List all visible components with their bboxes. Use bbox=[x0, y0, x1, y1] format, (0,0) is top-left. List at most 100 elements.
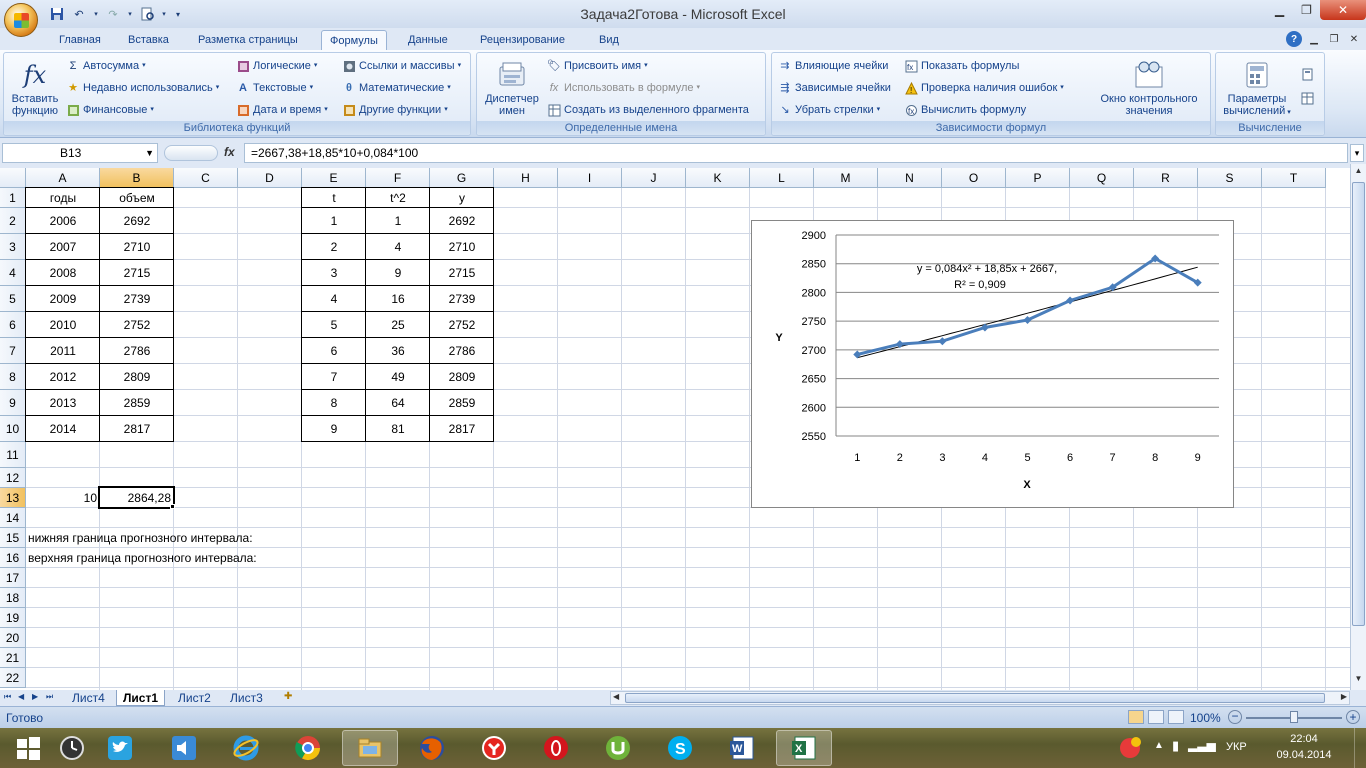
datetime-button[interactable]: Дата и время ▾ bbox=[236, 101, 328, 119]
tray-app-icon[interactable] bbox=[1116, 734, 1144, 762]
name-box[interactable]: B13 ▼ bbox=[2, 143, 158, 163]
create-from-selection-button[interactable]: Создать из выделенного фрагмента bbox=[547, 101, 749, 119]
cell-b10[interactable]: 2817 bbox=[100, 416, 174, 442]
cell-b1[interactable]: объем bbox=[100, 188, 174, 208]
power-icon[interactable]: ▮ bbox=[1172, 738, 1179, 754]
cell-g8[interactable]: 2809 bbox=[430, 364, 494, 390]
taskbar-app-chrome[interactable] bbox=[280, 730, 336, 766]
taskbar-app-twitter[interactable] bbox=[92, 730, 148, 766]
hscroll-thumb[interactable] bbox=[625, 693, 1325, 703]
column-header-s[interactable]: S bbox=[1198, 168, 1262, 188]
zoom-level[interactable]: 100% bbox=[1190, 711, 1221, 725]
column-header-k[interactable]: K bbox=[686, 168, 750, 188]
page-break-view-icon[interactable] bbox=[1168, 710, 1184, 724]
scroll-thumb[interactable] bbox=[1352, 182, 1365, 626]
cell-g3[interactable]: 2710 bbox=[430, 234, 494, 260]
cell-a16[interactable]: верхняя граница прогнозного интервала: bbox=[26, 548, 257, 568]
column-header-a[interactable]: A bbox=[26, 168, 100, 188]
next-sheet-icon[interactable]: ▶ bbox=[32, 692, 38, 701]
formula-bar-splitter[interactable] bbox=[164, 145, 218, 161]
cell-f9[interactable]: 64 bbox=[366, 390, 430, 416]
cell-a10[interactable]: 2014 bbox=[26, 416, 100, 442]
column-header-j[interactable]: J bbox=[622, 168, 686, 188]
row-header-2[interactable]: 2 bbox=[0, 208, 26, 234]
row-header-19[interactable]: 19 bbox=[0, 608, 26, 628]
row-header-6[interactable]: 6 bbox=[0, 312, 26, 338]
tab-page-layout[interactable]: Разметка страницы bbox=[194, 30, 302, 50]
financial-button[interactable]: Финансовые ▾ bbox=[66, 101, 154, 119]
cell-f5[interactable]: 16 bbox=[366, 286, 430, 312]
column-header-h[interactable]: H bbox=[494, 168, 558, 188]
cell-a4[interactable]: 2008 bbox=[26, 260, 100, 286]
taskbar-app-firefox[interactable] bbox=[404, 730, 460, 766]
row-header-22[interactable]: 22 bbox=[0, 668, 26, 688]
taskbar-app-explorer[interactable] bbox=[342, 730, 398, 766]
insert-sheet-icon[interactable]: ✚ bbox=[284, 691, 300, 705]
cell-b5[interactable]: 2739 bbox=[100, 286, 174, 312]
error-checking-button[interactable]: ! Проверка наличия ошибок ▾ bbox=[904, 79, 1064, 97]
expand-formula-bar-icon[interactable]: ▾ bbox=[1350, 144, 1364, 162]
cell-g9[interactable]: 2859 bbox=[430, 390, 494, 416]
column-header-r[interactable]: R bbox=[1134, 168, 1198, 188]
cell-e4[interactable]: 3 bbox=[302, 260, 366, 286]
workbook-restore-icon[interactable]: ❐ bbox=[1326, 31, 1342, 47]
use-in-formula-button[interactable]: fx Использовать в формуле ▾ bbox=[547, 79, 700, 97]
row-header-20[interactable]: 20 bbox=[0, 628, 26, 648]
chart[interactable]: 2550 2600 2650 2700 2750 2800 2850 2900 1 2 3 4 5 6 7 8… bbox=[751, 220, 1234, 508]
row-header-8[interactable]: 8 bbox=[0, 364, 26, 390]
cell-a7[interactable]: 2011 bbox=[26, 338, 100, 364]
more-functions-button[interactable]: Другие функции ▾ bbox=[342, 101, 448, 119]
remove-arrows-button[interactable]: ↘ Убрать стрелки ▾ bbox=[778, 101, 880, 119]
cell-e7[interactable]: 6 bbox=[302, 338, 366, 364]
column-header-d[interactable]: D bbox=[238, 168, 302, 188]
cell-e9[interactable]: 8 bbox=[302, 390, 366, 416]
row-header-9[interactable]: 9 bbox=[0, 390, 26, 416]
cell-g7[interactable]: 2786 bbox=[430, 338, 494, 364]
cell-a5[interactable]: 2009 bbox=[26, 286, 100, 312]
trace-dependents-button[interactable]: ⇶ Зависимые ячейки bbox=[778, 79, 891, 97]
math-trig-button[interactable]: θ Математические ▾ bbox=[342, 79, 451, 97]
cell-b7[interactable]: 2786 bbox=[100, 338, 174, 364]
column-header-m[interactable]: M bbox=[814, 168, 878, 188]
scroll-up-icon[interactable]: ▲ bbox=[1352, 166, 1365, 180]
scroll-down-icon[interactable]: ▼ bbox=[1352, 674, 1365, 688]
cell-b6[interactable]: 2752 bbox=[100, 312, 174, 338]
cell-a3[interactable]: 2007 bbox=[26, 234, 100, 260]
tab-view[interactable]: Вид bbox=[595, 30, 623, 50]
restore-icon[interactable]: ❐ bbox=[1293, 0, 1320, 20]
show-formulas-button[interactable]: fx Показать формулы bbox=[904, 57, 1019, 75]
tab-home[interactable]: Главная bbox=[55, 30, 105, 50]
taskbar-app-yandex[interactable] bbox=[466, 730, 522, 766]
taskbar-app-excel[interactable]: X bbox=[776, 730, 832, 766]
zoom-in-icon[interactable]: + bbox=[1346, 710, 1360, 724]
cell-a15[interactable]: нижняя граница прогнозного интервала: bbox=[26, 528, 253, 548]
row-header-11[interactable]: 11 bbox=[0, 442, 26, 468]
row-header-21[interactable]: 21 bbox=[0, 648, 26, 668]
first-sheet-icon[interactable]: ⏮ bbox=[4, 692, 11, 702]
lookup-reference-button[interactable]: Ссылки и массивы ▾ bbox=[342, 57, 461, 75]
page-layout-view-icon[interactable] bbox=[1148, 710, 1164, 724]
close-icon[interactable]: ✕ bbox=[1320, 0, 1366, 20]
sheet-tab-list4[interactable]: Лист4 bbox=[66, 690, 111, 706]
tab-data[interactable]: Данные bbox=[404, 30, 452, 50]
cell-b13[interactable]: 2864,28 bbox=[100, 488, 174, 508]
scroll-left-icon[interactable]: ◀ bbox=[613, 692, 619, 701]
cell-a2[interactable]: 2006 bbox=[26, 208, 100, 234]
cell-e5[interactable]: 4 bbox=[302, 286, 366, 312]
row-header-17[interactable]: 17 bbox=[0, 568, 26, 588]
cell-g6[interactable]: 2752 bbox=[430, 312, 494, 338]
insert-function-button[interactable]: fx Вставить функцию bbox=[6, 59, 64, 117]
taskbar-app-word[interactable]: W bbox=[714, 730, 770, 766]
select-all-corner[interactable] bbox=[0, 168, 26, 188]
text-functions-button[interactable]: A Текстовые ▾ bbox=[236, 79, 313, 97]
taskbar-app-skype[interactable]: S bbox=[652, 730, 708, 766]
cell-e8[interactable]: 7 bbox=[302, 364, 366, 390]
cell-g2[interactable]: 2692 bbox=[430, 208, 494, 234]
tab-insert[interactable]: Вставка bbox=[124, 30, 173, 50]
row-header-10[interactable]: 10 bbox=[0, 416, 26, 442]
cell-f3[interactable]: 4 bbox=[366, 234, 430, 260]
cell-g1[interactable]: y bbox=[430, 188, 494, 208]
cell-g4[interactable]: 2715 bbox=[430, 260, 494, 286]
cell-f2[interactable]: 1 bbox=[366, 208, 430, 234]
cell-b4[interactable]: 2715 bbox=[100, 260, 174, 286]
